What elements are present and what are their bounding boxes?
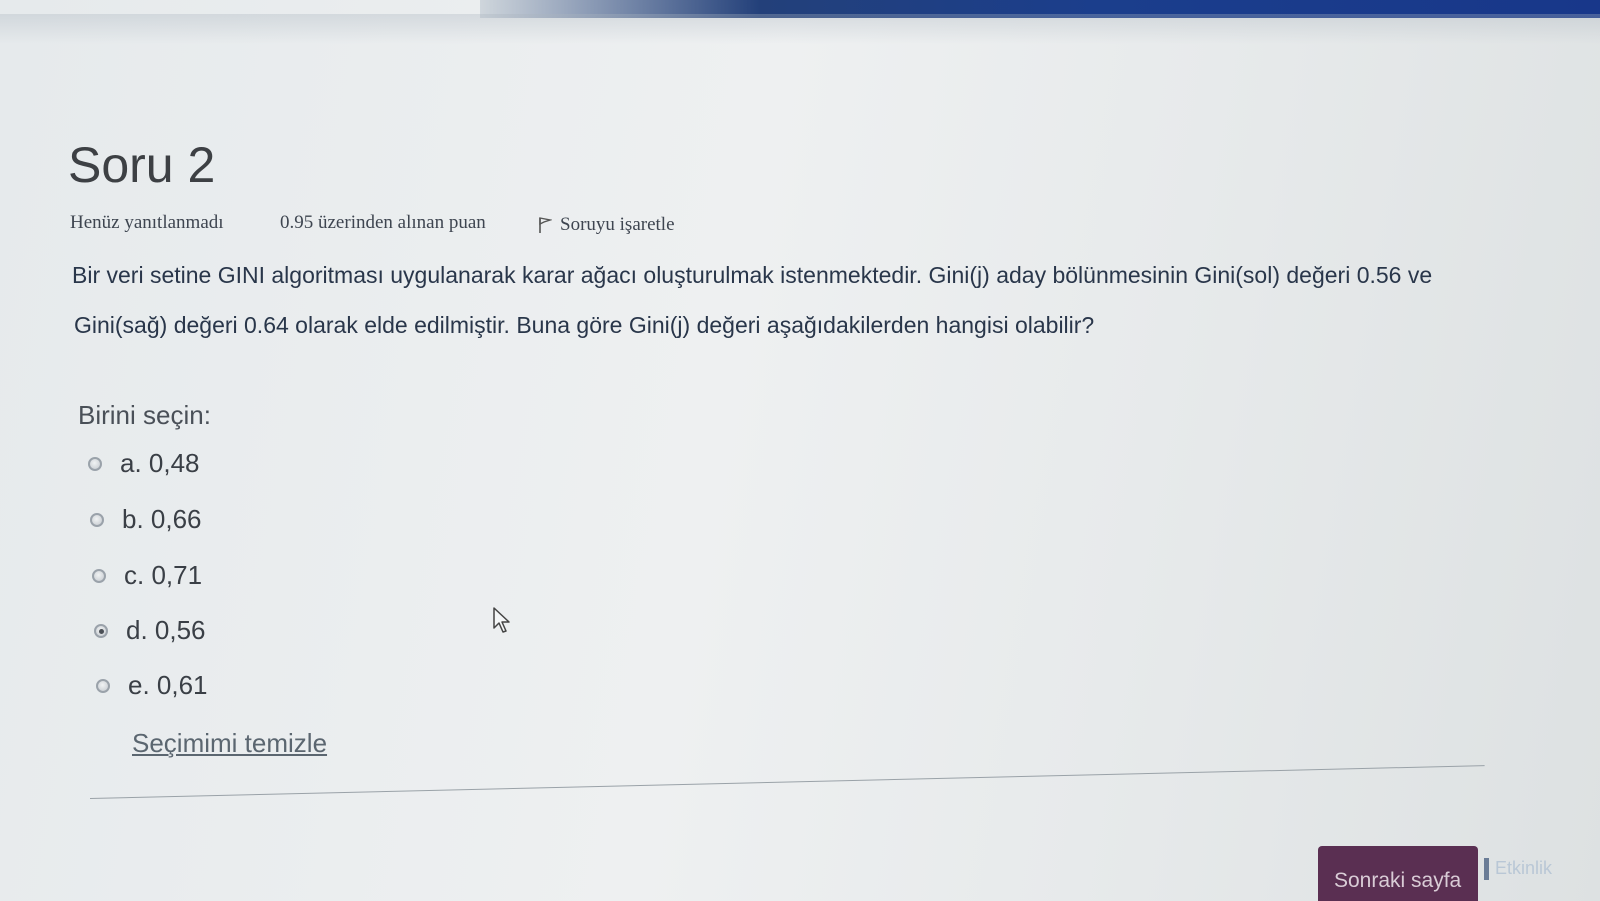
option-c[interactable]: c. 0,71 xyxy=(92,560,202,591)
option-b-radio[interactable] xyxy=(90,512,104,527)
option-a-label[interactable]: a. 0,48 xyxy=(120,448,200,479)
answer-prompt: Birini seçin: xyxy=(78,400,211,430)
activity-partial-text: Etkinlik xyxy=(1495,858,1553,878)
activity-partial-label[interactable]: Etkinlik xyxy=(1484,858,1553,881)
quiz-page: Soru 2 Henüz yanıtlanmadı 0.95 üzerinden… xyxy=(0,0,1600,901)
option-e-radio[interactable] xyxy=(96,678,110,693)
header-shadow xyxy=(0,14,1600,44)
option-e-label[interactable]: e. 0,61 xyxy=(128,670,208,701)
question-title: Soru 2 xyxy=(68,137,216,193)
flag-question-link[interactable]: Soruyu işaretle xyxy=(538,214,675,236)
mouse-cursor-icon xyxy=(493,607,510,633)
next-page-button[interactable]: Sonraki sayfa xyxy=(1318,846,1478,901)
flag-question-label: Soruyu işaretle xyxy=(560,214,675,235)
option-e[interactable]: e. 0,61 xyxy=(96,670,208,701)
option-d-label[interactable]: d. 0,56 xyxy=(126,615,206,646)
question-grade: 0.95 üzerinden alınan puan xyxy=(280,212,486,233)
option-c-label[interactable]: c. 0,71 xyxy=(124,560,202,591)
question-text-line2: Gini(sağ) değeri 0.64 olarak elde edilmi… xyxy=(74,312,1095,338)
option-b-label[interactable]: b. 0,66 xyxy=(122,504,202,535)
option-a[interactable]: a. 0,48 xyxy=(88,448,200,479)
flag-icon xyxy=(539,217,552,233)
option-d[interactable]: d. 0,56 xyxy=(94,615,206,646)
option-b[interactable]: b. 0,66 xyxy=(90,504,202,535)
question-state: Henüz yanıtlanmadı xyxy=(70,212,224,233)
option-c-radio[interactable] xyxy=(92,568,106,583)
activity-marker xyxy=(1484,858,1489,881)
option-a-radio[interactable] xyxy=(88,456,102,471)
question-text-line1: Bir veri setine GINI algoritması uygulan… xyxy=(72,262,1433,288)
section-divider xyxy=(89,765,1485,799)
option-d-radio[interactable] xyxy=(94,623,108,638)
clear-selection-link[interactable]: Seçimimi temizle xyxy=(132,728,327,759)
